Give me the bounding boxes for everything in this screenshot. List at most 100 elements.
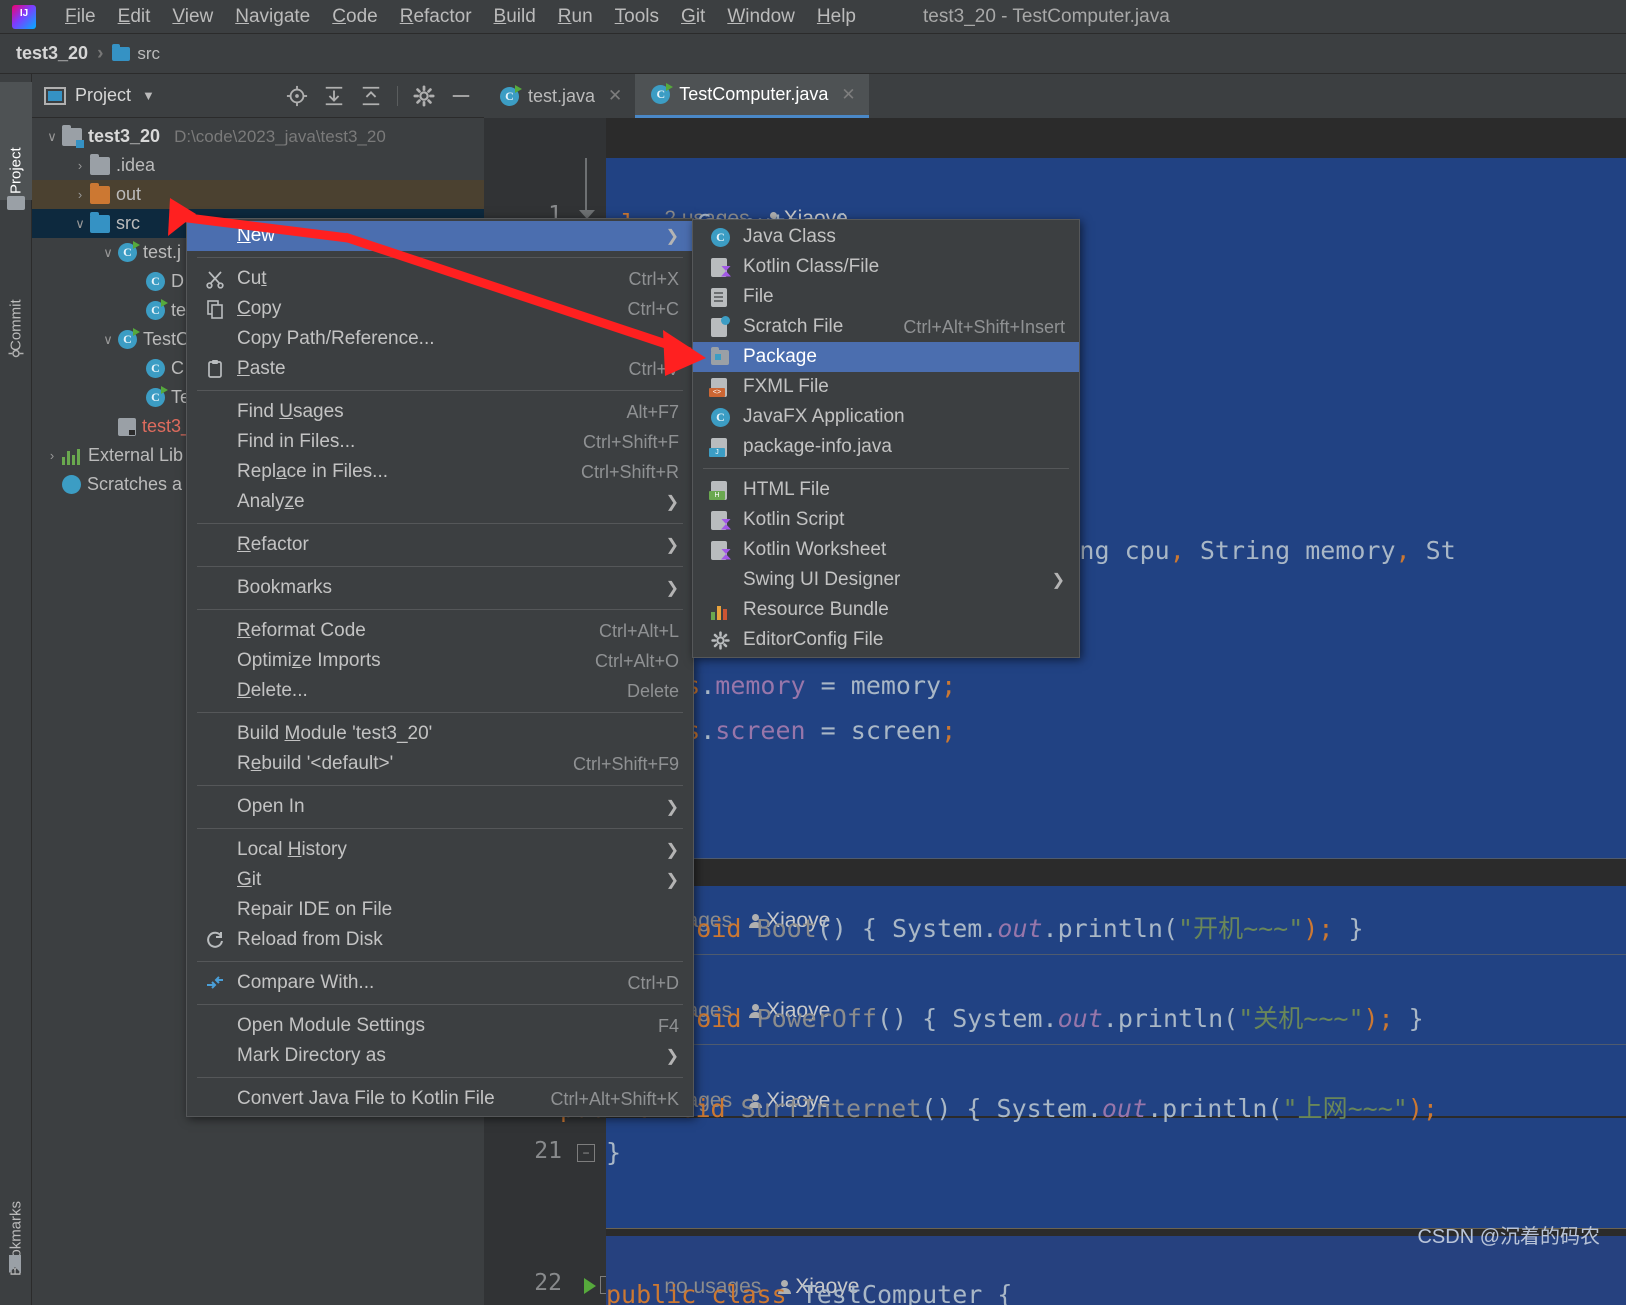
menu-item-convert-java-to-kotlin[interactable]: Convert Java File to Kotlin File Ctrl+Al… xyxy=(187,1084,693,1114)
context-menu[interactable]: New ❯ Cut Ctrl+X Copy Ctrl+C Copy Path/R… xyxy=(186,218,694,1117)
menu-item-reload-from-disk[interactable]: Reload from Disk xyxy=(187,925,693,955)
menu-item-copy[interactable]: Copy Ctrl+C xyxy=(187,294,693,324)
menu-item-refactor[interactable]: Refactor ❯ xyxy=(187,530,693,560)
menu-window[interactable]: Window xyxy=(716,4,806,30)
menu-build[interactable]: Build xyxy=(483,4,547,30)
menu-item-replace-in-files[interactable]: Replace in Files... Ctrl+Shift+R xyxy=(187,457,693,487)
menu-item-copy-path-reference[interactable]: Copy Path/Reference... xyxy=(187,324,693,354)
editor-tab-test-java[interactable]: C test.java ✕ xyxy=(484,74,635,118)
menu-item-mark-directory-as[interactable]: Mark Directory as ❯ xyxy=(187,1041,693,1071)
submenu-item-resource-bundle[interactable]: Resource Bundle xyxy=(693,595,1079,625)
submenu-item-fxml-file[interactable]: <> FXML File xyxy=(693,372,1079,402)
menu-item-repair-ide-on-file[interactable]: Repair IDE on File xyxy=(187,895,693,925)
menu-item-label: Copy xyxy=(237,298,282,319)
menu-refactor[interactable]: Refactor xyxy=(389,4,483,30)
menu-view[interactable]: View xyxy=(161,4,224,30)
gear-icon[interactable] xyxy=(413,84,435,107)
menu-separator xyxy=(197,523,683,524)
chevron-down-icon[interactable]: ∨ xyxy=(72,216,88,232)
code-line: } xyxy=(606,1138,622,1167)
collapse-all-icon[interactable] xyxy=(360,85,382,107)
submenu-item-javafx-application[interactable]: C JavaFX Application xyxy=(693,402,1079,432)
submenu-item-label: File xyxy=(743,286,774,307)
menu-item-label: Build Module 'test3_20' xyxy=(237,723,433,744)
menu-item-find-usages[interactable]: Find Usages Alt+F7 xyxy=(187,397,693,427)
method-separator xyxy=(606,858,1626,859)
editor-tab-testcomputer-java[interactable]: C TestComputer.java ✕ xyxy=(635,74,869,118)
menu-item-delete[interactable]: Delete... Delete xyxy=(187,676,693,706)
submenu-item-java-class[interactable]: C Java Class xyxy=(693,222,1079,252)
submenu-item-package[interactable]: Package xyxy=(693,342,1079,372)
menu-item-accel: Ctrl+Alt+O xyxy=(594,650,679,671)
submenu-item-swing-ui-designer[interactable]: Swing UI Designer ❯ xyxy=(693,565,1079,595)
reload-icon xyxy=(205,930,227,950)
compare-icon xyxy=(205,973,227,993)
code-line: public class TestComputer { xyxy=(606,1280,1013,1305)
menu-item-compare-with[interactable]: Compare With... Ctrl+D xyxy=(187,968,693,998)
inlay-hint[interactable]: no usages Xiaoye xyxy=(606,1230,859,1298)
close-icon[interactable]: ✕ xyxy=(608,86,622,106)
menu-item-paste[interactable]: Paste Ctrl+V xyxy=(187,354,693,384)
menu-git[interactable]: Git xyxy=(670,4,716,30)
menu-navigate[interactable]: Navigate xyxy=(224,4,321,30)
fold-marker-icon[interactable]: − xyxy=(577,1144,595,1162)
submenu-item-label: JavaFX Application xyxy=(743,406,905,427)
breadcrumb-project[interactable]: test3_20 xyxy=(16,43,88,64)
submenu-item-html-file[interactable]: H HTML File xyxy=(693,475,1079,505)
chevron-right-icon[interactable]: › xyxy=(44,448,60,463)
tree-node-idea[interactable]: › .idea xyxy=(32,151,484,180)
hide-icon[interactable] xyxy=(450,85,472,107)
menu-item-open-module-settings[interactable]: Open Module Settings F4 xyxy=(187,1011,693,1041)
sidebar-item-project[interactable]: Project xyxy=(0,82,32,200)
close-icon[interactable]: ✕ xyxy=(841,85,855,105)
menu-item-analyze[interactable]: Analyze ❯ xyxy=(187,487,693,517)
chevron-right-icon[interactable]: › xyxy=(72,187,88,202)
breadcrumb-src[interactable]: src xyxy=(137,44,160,64)
chevron-right-icon[interactable]: › xyxy=(72,158,88,173)
menu-item-git[interactable]: Git ❯ xyxy=(187,865,693,895)
watermark: CSDN @沉着的码农 xyxy=(1417,1226,1600,1248)
menu-tools[interactable]: Tools xyxy=(604,4,670,30)
menu-separator xyxy=(197,390,683,391)
menu-item-label: Refactor xyxy=(237,534,309,555)
project-panel-toolbar xyxy=(286,84,472,107)
menu-item-rebuild-default[interactable]: Rebuild '<default>' Ctrl+Shift+F9 xyxy=(187,749,693,779)
chevron-down-icon[interactable]: ∨ xyxy=(100,332,116,348)
submenu-item-scratch-file[interactable]: Scratch File Ctrl+Alt+Shift+Insert xyxy=(693,312,1079,342)
locate-icon[interactable] xyxy=(286,85,308,107)
breadcrumb: test3_20 › src xyxy=(16,43,160,65)
menu-help[interactable]: Help xyxy=(806,4,867,30)
menu-item-open-in[interactable]: Open In ❯ xyxy=(187,792,693,822)
submenu-item-package-info-java[interactable]: J package-info.java xyxy=(693,432,1079,462)
submenu-item-kotlin-worksheet[interactable]: Kotlin Worksheet xyxy=(693,535,1079,565)
inlay-hint[interactable]: 2 usagesXiaoye xyxy=(606,162,847,230)
java-class-icon: C xyxy=(146,359,165,378)
submenu-item-kotlin-script[interactable]: Kotlin Script xyxy=(693,505,1079,535)
scratches-icon xyxy=(62,475,81,494)
menu-item-local-history[interactable]: Local History ❯ xyxy=(187,835,693,865)
menu-run[interactable]: Run xyxy=(547,4,604,30)
menu-item-optimize-imports[interactable]: Optimize Imports Ctrl+Alt+O xyxy=(187,646,693,676)
menu-item-new[interactable]: New ❯ xyxy=(187,221,693,251)
chevron-down-icon[interactable]: ∨ xyxy=(44,129,60,145)
menu-edit[interactable]: Edit xyxy=(107,4,162,30)
sidebar-item-commit[interactable]: Commit xyxy=(0,239,32,357)
submenu-item-kotlin-class-file[interactable]: Kotlin Class/File xyxy=(693,252,1079,282)
menu-code[interactable]: Code xyxy=(321,4,388,30)
menu-file[interactable]: File xyxy=(54,4,107,30)
menu-item-cut[interactable]: Cut Ctrl+X xyxy=(187,264,693,294)
chevron-down-icon[interactable]: ▼ xyxy=(142,88,155,103)
submenu-item-editorconfig-file[interactable]: EditorConfig File xyxy=(693,625,1079,655)
chevron-down-icon[interactable]: ∨ xyxy=(100,245,116,261)
menu-item-find-in-files[interactable]: Find in Files... Ctrl+Shift+F xyxy=(187,427,693,457)
menu-item-build-module[interactable]: Build Module 'test3_20' xyxy=(187,719,693,749)
tree-node-out[interactable]: › out xyxy=(32,180,484,209)
submenu-item-file[interactable]: File xyxy=(693,282,1079,312)
new-submenu[interactable]: C Java Class Kotlin Class/File File Scra… xyxy=(692,219,1080,658)
run-gutter-icon[interactable] xyxy=(584,1278,596,1294)
menu-item-reformat-code[interactable]: Reformat Code Ctrl+Alt+L xyxy=(187,616,693,646)
expand-all-icon[interactable] xyxy=(323,85,345,107)
menu-item-bookmarks[interactable]: Bookmarks ❯ xyxy=(187,573,693,603)
tree-node-test3_20[interactable]: ∨ test3_20 D:\code\2023_java\test3_20 xyxy=(32,122,484,151)
tree-path: D:\code\2023_java\test3_20 xyxy=(174,126,386,146)
